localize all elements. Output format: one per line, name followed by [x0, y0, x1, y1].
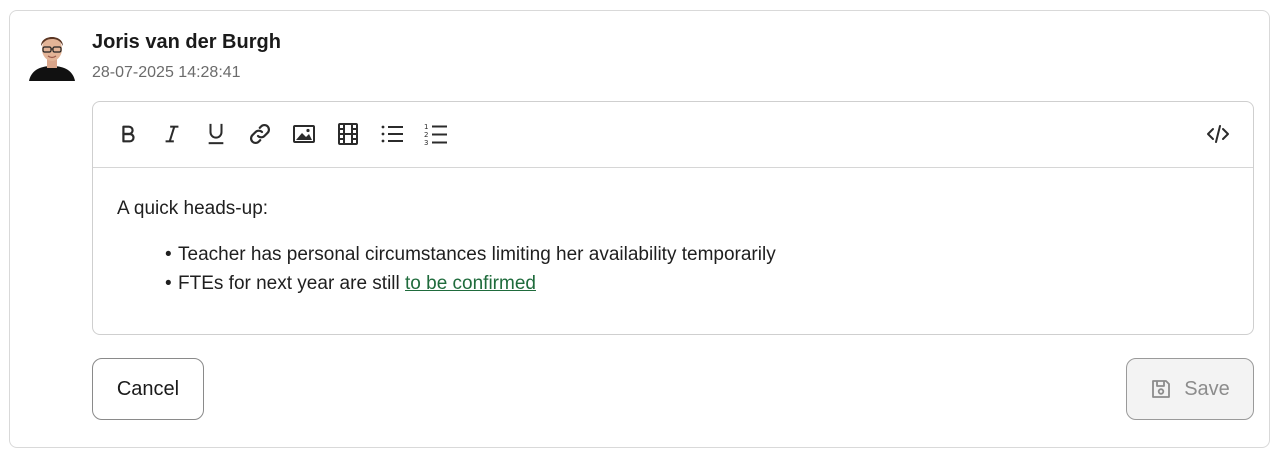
- editor-toolbar: 1 2 3: [93, 102, 1253, 168]
- underline-button[interactable]: [202, 120, 230, 148]
- svg-text:1: 1: [424, 123, 428, 131]
- editor-content[interactable]: A quick heads-up: • Teacher has personal …: [117, 198, 1217, 298]
- bold-icon: [122, 125, 135, 143]
- italic-button[interactable]: [158, 120, 186, 148]
- underline-icon: [208, 123, 224, 145]
- cancel-button-label: Cancel: [116, 377, 180, 400]
- cancel-button[interactable]: Cancel: [92, 358, 204, 420]
- image-button[interactable]: [290, 120, 318, 148]
- bullet-list-icon: [381, 125, 403, 143]
- source-code-button[interactable]: [1204, 120, 1232, 148]
- content-link[interactable]: to be confirmed: [405, 273, 536, 294]
- numbered-list-icon: 1 2 3: [424, 123, 447, 146]
- comment-timestamp: 28-07-2025 14:28:41: [92, 64, 241, 81]
- list-item: • FTEs for next year are still to be conf…: [165, 273, 536, 294]
- svg-text:2: 2: [424, 131, 428, 139]
- save-button-label: Save: [1184, 377, 1230, 400]
- svg-text:3: 3: [424, 139, 428, 146]
- save-icon: [1150, 378, 1172, 400]
- bold-button[interactable]: [114, 120, 142, 148]
- list-item: • Teacher has personal circumstances limi…: [165, 244, 776, 265]
- film-icon: [338, 123, 358, 145]
- italic-icon: [165, 125, 179, 143]
- bullet-list: • Teacher has personal circumstances limi…: [117, 240, 1217, 298]
- link-button[interactable]: [246, 120, 274, 148]
- save-button[interactable]: Save: [1126, 358, 1254, 420]
- video-button[interactable]: [334, 120, 362, 148]
- avatar: [29, 37, 75, 81]
- numbered-list-button[interactable]: 1 2 3: [422, 120, 450, 148]
- author-name: Joris van der Burgh: [92, 31, 281, 53]
- bullet-list-button[interactable]: [378, 120, 406, 148]
- link-icon: [249, 123, 271, 145]
- code-icon: [1207, 125, 1229, 143]
- intro-text: A quick heads-up:: [117, 198, 269, 219]
- rich-text-editor[interactable]: 1 2 3 A quick heads-up: • Teacher has per…: [92, 101, 1254, 335]
- image-icon: [293, 125, 315, 143]
